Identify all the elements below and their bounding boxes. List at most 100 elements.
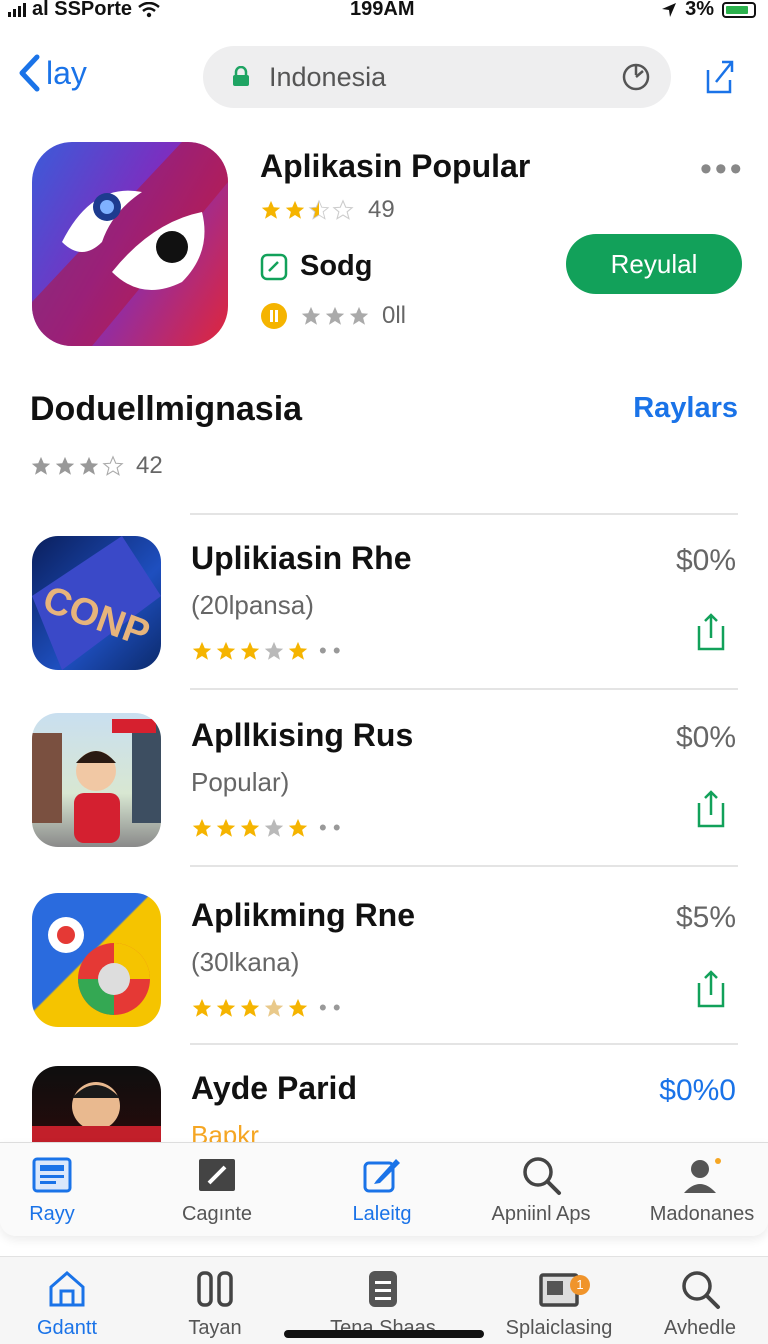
- featured-app-icon[interactable]: [32, 142, 228, 346]
- app-price: $0%: [675, 544, 736, 577]
- app-name: Ayde Parid: [191, 1070, 357, 1106]
- tab-apniinl-aps[interactable]: Apniinl Aps: [466, 1153, 616, 1226]
- app-subtitle: Bapkr: [191, 1120, 259, 1142]
- address-bar[interactable]: Indonesia: [203, 46, 671, 108]
- tab-label: Madonanes: [649, 1203, 755, 1225]
- signal-icon: [8, 2, 26, 17]
- tab-laleitg[interactable]: Laleitg: [307, 1153, 457, 1226]
- share-icon[interactable]: [702, 58, 736, 96]
- list-item[interactable]: CONP Uplikiasin Rhe (20lpansa) • • $0%: [0, 536, 768, 706]
- star-rating: • •: [191, 815, 341, 841]
- featured-app-title: Aplikasin Popular: [260, 148, 531, 184]
- news-icon: [32, 1157, 72, 1193]
- list-item[interactable]: Ayde Parid Bapkr $0%0: [0, 1066, 768, 1142]
- app-subtitle: Popular): [191, 767, 290, 797]
- star-icon: [240, 818, 260, 837]
- pencil-box-icon: [199, 1159, 235, 1191]
- home-icon: [49, 1271, 85, 1307]
- star-icon: [55, 456, 75, 475]
- location-icon: [662, 2, 677, 17]
- tab-madonanes[interactable]: Madonanes: [627, 1153, 768, 1226]
- star-icon: [216, 818, 236, 837]
- clock: 199AM: [350, 0, 415, 20]
- download-icon[interactable]: [696, 612, 726, 652]
- coin-icon: [261, 303, 287, 329]
- tab-label: Apniinl Aps: [491, 1203, 591, 1225]
- app-price: $0%0: [659, 1074, 736, 1107]
- app-price: $0%: [675, 721, 736, 754]
- tab-gdantt[interactable]: Gdantt: [0, 1267, 142, 1340]
- star-rating: • •: [191, 638, 341, 664]
- featured-app-rating: 49: [260, 196, 395, 224]
- star-icon: [349, 306, 369, 325]
- more-options-icon[interactable]: •••: [700, 150, 745, 189]
- tab-label: Laleitg: [352, 1203, 412, 1225]
- app-subtitle: (20lpansa): [191, 590, 314, 620]
- section-title: Doduellmignasia: [30, 390, 303, 428]
- search-icon: [523, 1157, 561, 1195]
- edit-icon: [363, 1159, 400, 1193]
- search-icon: [682, 1271, 720, 1309]
- ellipsis-icon: • •: [319, 815, 341, 840]
- profile-icon: [684, 1158, 721, 1193]
- star-icon: [192, 641, 212, 660]
- featured-app-category: Sodg: [260, 250, 373, 283]
- app-subtitle: (30lkana): [191, 947, 300, 977]
- tab-rayy[interactable]: Rayy: [0, 1153, 127, 1226]
- battery-icon: [722, 1, 756, 18]
- list-item[interactable]: Aplikming Rne (30lkana) • • $5%: [0, 893, 768, 1063]
- star-icon: [301, 306, 321, 325]
- star-icon: [31, 456, 51, 475]
- download-icon[interactable]: [696, 969, 726, 1009]
- star-icon: [264, 641, 284, 660]
- carrier-label: al SSPorte: [32, 0, 133, 20]
- star-icon: [288, 641, 308, 660]
- star-half-icon: [308, 199, 330, 220]
- tab-cagınte[interactable]: Cagınte: [142, 1153, 292, 1226]
- star-rating: [260, 199, 354, 221]
- star-empty-icon: [332, 199, 354, 220]
- section-rating: 42: [30, 452, 163, 480]
- app-price: $5%: [675, 901, 736, 934]
- section-rating-count: 42: [136, 452, 163, 479]
- app-name: Aplikming Rne: [191, 897, 416, 933]
- columns-icon: [197, 1271, 233, 1307]
- back-button[interactable]: lay: [18, 54, 87, 92]
- wifi-icon: [138, 1, 160, 17]
- lock-icon: [233, 66, 249, 86]
- category-label: Sodg: [300, 250, 373, 282]
- tab-label: Cagınte: [181, 1203, 253, 1225]
- star-icon: [240, 998, 260, 1017]
- tab-bar-top: Rayy Cagınte Laleitg Apniinl Aps Madonan…: [0, 1142, 768, 1236]
- checkbox-icon: [260, 253, 288, 280]
- reload-icon[interactable]: [619, 60, 653, 94]
- tab-splaiclasing[interactable]: 1 Splaiclasing: [484, 1267, 634, 1340]
- list-item[interactable]: Apllkising Rus Popular) • • $0%: [0, 713, 768, 883]
- tab-label: Splaiclasing: [505, 1317, 613, 1339]
- tab-avhedle[interactable]: Avhedle: [625, 1267, 768, 1340]
- star-rating: • •: [191, 995, 341, 1021]
- star-icon: [285, 200, 305, 219]
- app-icon: [32, 893, 161, 1027]
- notification-badge: 1: [570, 1275, 590, 1295]
- app-name: Apllkising Rus: [191, 717, 414, 753]
- tab-label: Avhedle: [664, 1317, 736, 1339]
- divider: [190, 513, 738, 515]
- status-bar: al SSPorte 199AM 3%: [0, 0, 768, 24]
- star-icon: [79, 456, 99, 475]
- star-icon: [192, 818, 212, 837]
- rating-count: 49: [368, 196, 395, 223]
- star-icon: [216, 641, 236, 660]
- star-icon: [216, 998, 236, 1017]
- star-rating-gray: [300, 305, 370, 327]
- secondary-count: 0ll: [382, 302, 407, 329]
- divider: [190, 865, 738, 867]
- tab-tayan[interactable]: Tayan: [140, 1267, 290, 1340]
- download-icon[interactable]: [696, 789, 726, 829]
- battery-percent: 3%: [685, 0, 714, 20]
- back-label: lay: [46, 54, 87, 91]
- see-all-link[interactable]: Raylars: [633, 392, 738, 425]
- get-button[interactable]: Reyulal: [566, 234, 742, 294]
- tab-label: Gdantt: [36, 1317, 98, 1339]
- home-indicator[interactable]: [284, 1330, 484, 1338]
